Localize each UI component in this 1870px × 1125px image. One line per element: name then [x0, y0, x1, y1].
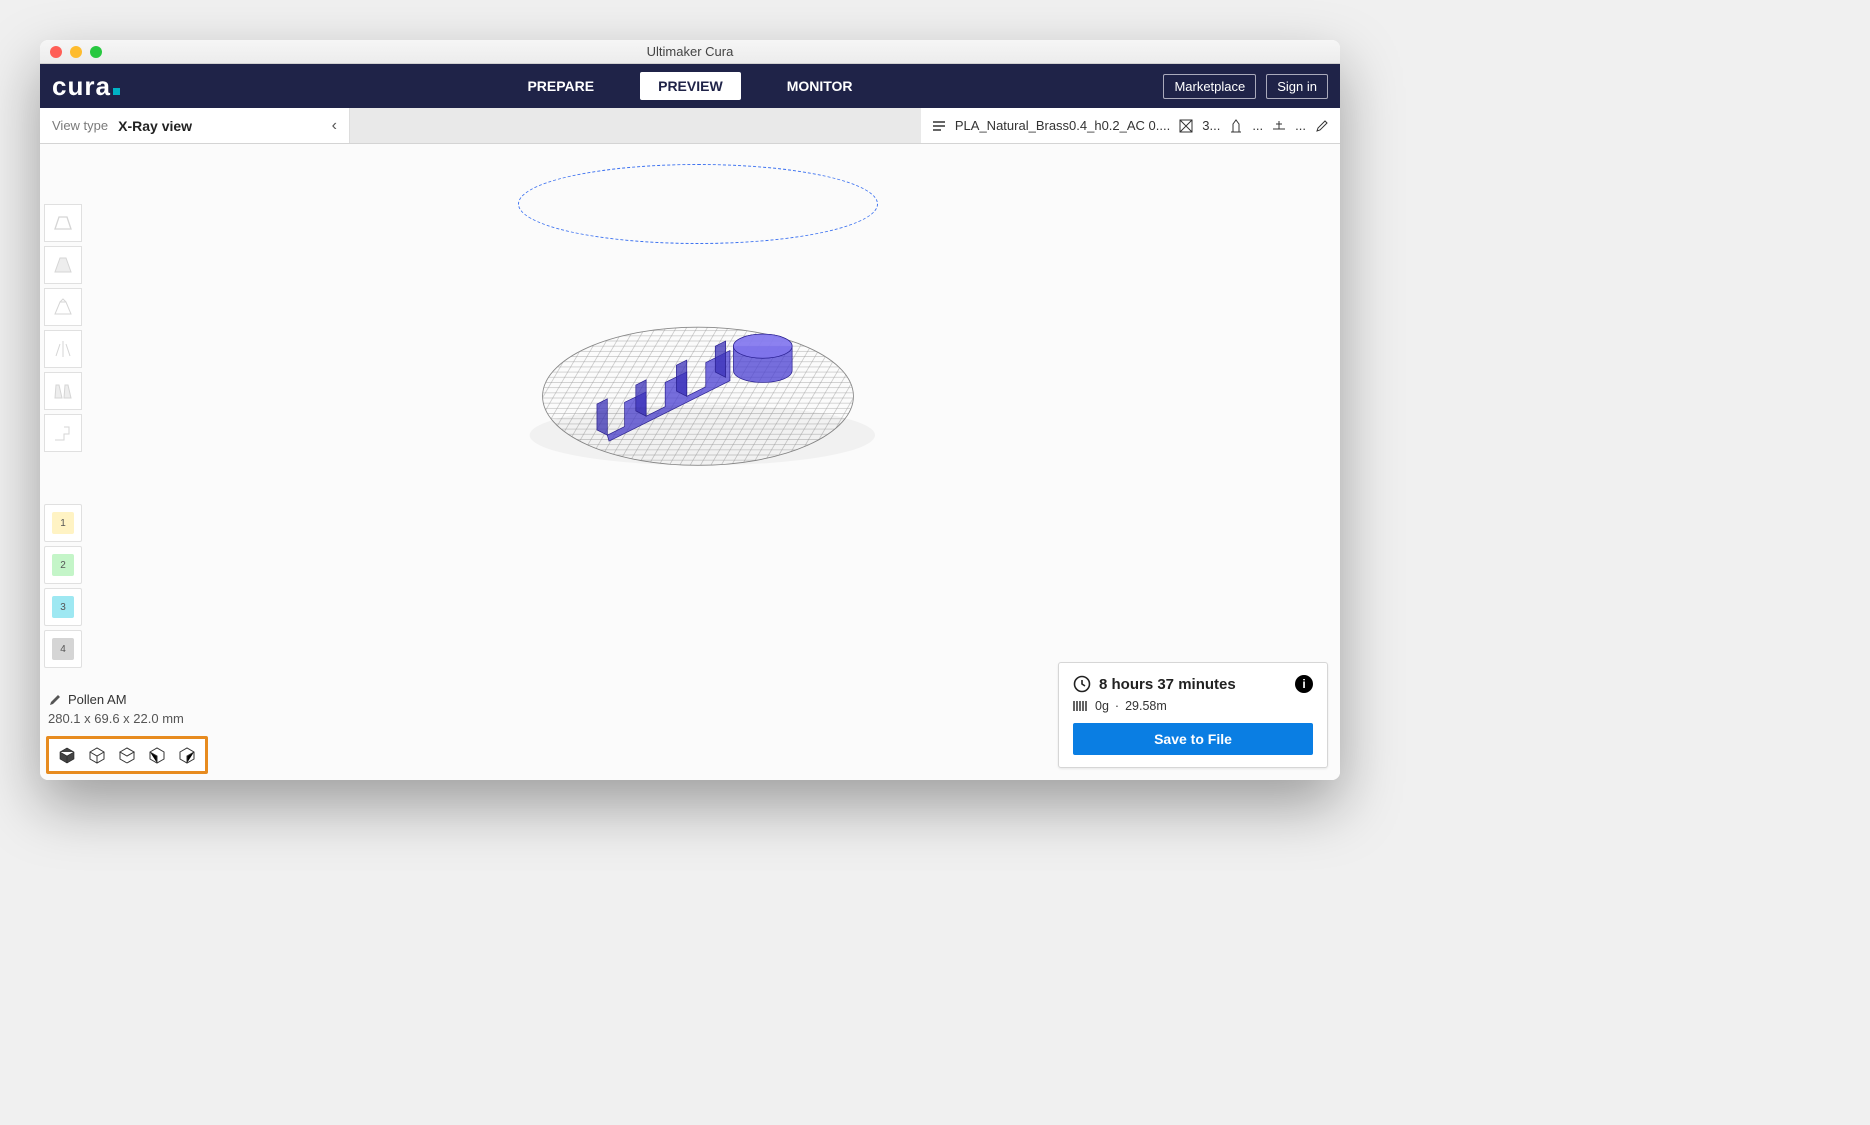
build-plate-scene — [498, 284, 898, 479]
profile-icon — [931, 119, 947, 133]
viewtype-dropdown[interactable]: View type X-Ray view ‹ — [40, 108, 350, 143]
view-left-button[interactable] — [147, 745, 167, 765]
extruder-4-badge: 4 — [52, 638, 74, 660]
filament-weight: 0g — [1095, 699, 1109, 713]
view-top-button[interactable] — [117, 745, 137, 765]
viewtype-label: View type — [52, 118, 108, 133]
scale-tool[interactable] — [44, 246, 82, 284]
build-plate — [498, 284, 898, 474]
infill-text: 3... — [1202, 118, 1220, 133]
extruder-3-badge: 3 — [52, 596, 74, 618]
model-dimensions: 280.1 x 69.6 x 22.0 mm — [48, 711, 184, 726]
material-profile-name: PLA_Natural_Brass0.4_h0.2_AC 0.... — [955, 118, 1170, 133]
view-front-button[interactable] — [87, 745, 107, 765]
adhesion-text: ... — [1295, 118, 1306, 133]
info-icon[interactable]: i — [1295, 675, 1313, 693]
print-duration: 8 hours 37 minutes — [1099, 676, 1236, 693]
navbar: cura PREPARE PREVIEW MONITOR Marketplace… — [40, 64, 1340, 108]
tab-monitor[interactable]: MONITOR — [769, 72, 871, 100]
move-tool[interactable] — [44, 204, 82, 242]
nav-tabs: PREPARE PREVIEW MONITOR — [40, 72, 1340, 100]
support-text: ... — [1252, 118, 1263, 133]
app-window: Ultimaker Cura cura PREPARE PREVIEW MONI… — [40, 40, 1340, 780]
separator-dot: · — [1115, 699, 1119, 713]
print-settings-summary[interactable]: PLA_Natural_Brass0.4_h0.2_AC 0.... 3... … — [921, 108, 1340, 143]
print-time-panel: 8 hours 37 minutes i 0g · 29.58m Save to… — [1058, 662, 1328, 768]
model-info: Pollen AM 280.1 x 69.6 x 22.0 mm — [48, 692, 184, 726]
extruder-2[interactable]: 2 — [44, 546, 82, 584]
pencil-icon[interactable] — [1314, 119, 1330, 133]
tab-prepare[interactable]: PREPARE — [509, 72, 612, 100]
window-title: Ultimaker Cura — [40, 44, 1340, 59]
titlebar: Ultimaker Cura — [40, 40, 1340, 64]
chevron-left-icon[interactable]: ‹ — [332, 117, 337, 135]
model-name: Pollen AM — [68, 692, 127, 707]
adhesion-icon — [1271, 119, 1287, 133]
save-to-file-button[interactable]: Save to File — [1073, 723, 1313, 755]
extruder-4[interactable]: 4 — [44, 630, 82, 668]
tab-preview[interactable]: PREVIEW — [640, 72, 741, 100]
pencil-icon — [48, 693, 62, 707]
secondary-bar: View type X-Ray view ‹ PLA_Natural_Brass… — [40, 108, 1340, 144]
infill-icon — [1178, 119, 1194, 133]
rotate-tool[interactable] — [44, 288, 82, 326]
view-right-button[interactable] — [177, 745, 197, 765]
mirror-tool[interactable] — [44, 330, 82, 368]
mesh-tool[interactable] — [44, 372, 82, 410]
extruder-2-badge: 2 — [52, 554, 74, 576]
marketplace-button[interactable]: Marketplace — [1163, 74, 1256, 99]
extruder-1[interactable]: 1 — [44, 504, 82, 542]
viewtype-value: X-Ray view — [118, 118, 322, 134]
transform-tools — [44, 204, 84, 452]
support-icon — [1228, 119, 1244, 133]
filament-length: 29.58m — [1125, 699, 1167, 713]
filament-icon — [1073, 699, 1089, 713]
viewport[interactable]: 1 2 3 4 Pollen AM 280.1 x 69.6 x 22.0 mm — [40, 144, 1340, 780]
extruder-1-badge: 1 — [52, 512, 74, 534]
extruder-selector: 1 2 3 4 — [44, 504, 84, 668]
signin-button[interactable]: Sign in — [1266, 74, 1328, 99]
clock-icon — [1073, 675, 1091, 693]
extruder-3[interactable]: 3 — [44, 588, 82, 626]
build-volume-outline — [518, 164, 878, 244]
support-blocker-tool[interactable] — [44, 414, 82, 452]
view-3d-button[interactable] — [57, 745, 77, 765]
camera-view-buttons — [46, 736, 208, 774]
